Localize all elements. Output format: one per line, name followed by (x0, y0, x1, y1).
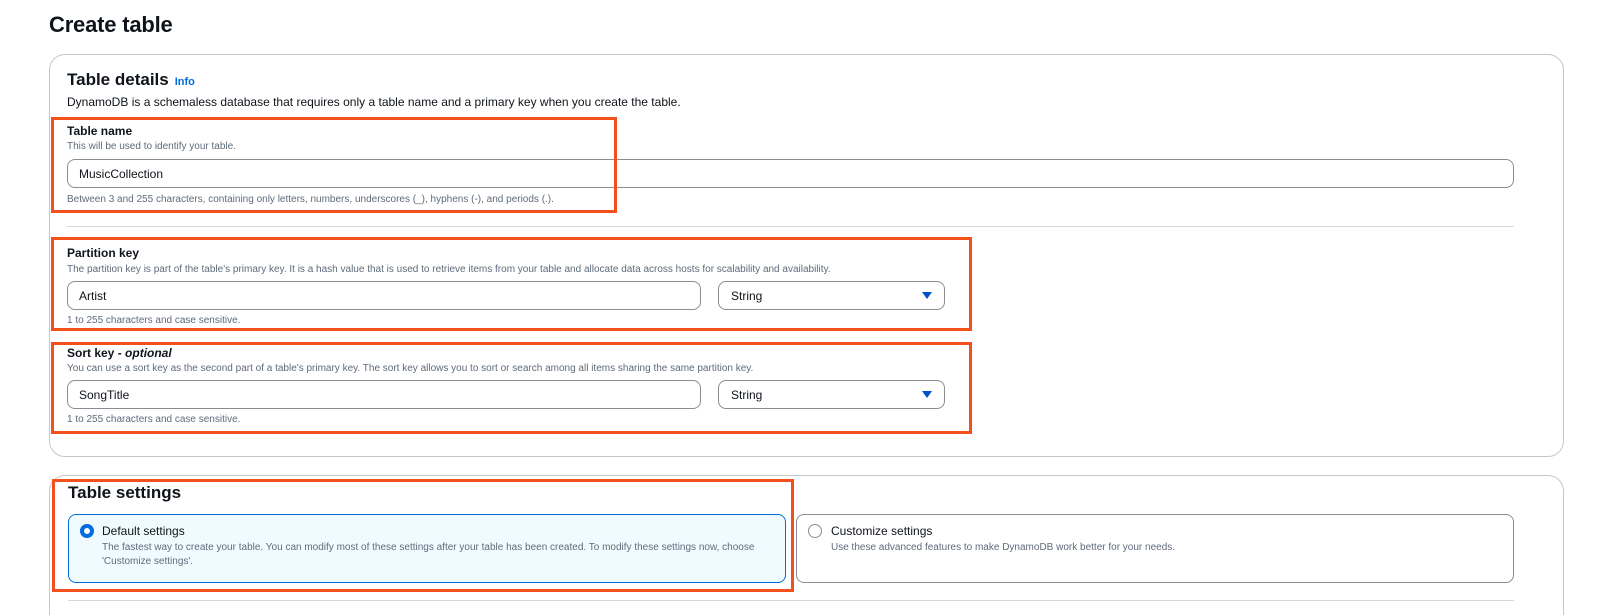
partition-key-highlight (51, 237, 972, 331)
info-link[interactable]: Info (175, 76, 195, 88)
page-title: Create table (49, 12, 173, 37)
settings-divider (68, 600, 1514, 601)
sort-key-highlight (51, 342, 972, 434)
customize-settings-description: Use these advanced features to make Dyna… (831, 542, 1176, 553)
section-divider (67, 226, 1514, 227)
customize-settings-radio[interactable] (808, 524, 822, 538)
table-name-highlight (51, 117, 617, 213)
table-details-description: DynamoDB is a schemaless database that r… (67, 95, 681, 109)
table-details-header: Table details Info (67, 69, 195, 91)
table-details-title: Table details (67, 70, 169, 89)
table-settings-highlight (52, 479, 794, 592)
customize-settings-title: Customize settings (831, 524, 933, 538)
